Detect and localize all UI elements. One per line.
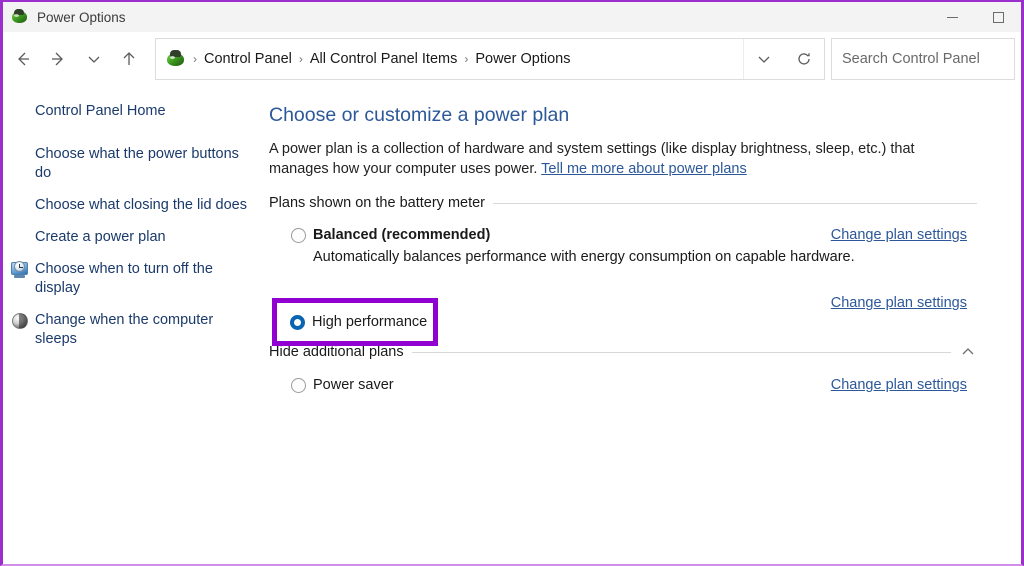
forward-arrow-icon (52, 52, 64, 66)
back-button[interactable] (5, 39, 41, 79)
section-label: Hide additional plans (269, 344, 404, 360)
section-label: Plans shown on the battery meter (269, 195, 486, 211)
power-plug-icon (11, 8, 29, 26)
plan-row-power-saver[interactable]: Power saver Change plan settings (269, 377, 977, 393)
page-title: Choose or customize a power plan (269, 104, 570, 126)
radio-high-performance[interactable] (290, 314, 305, 330)
breadcrumb-item-power-options[interactable]: Power Options (475, 51, 570, 67)
section-divider (411, 351, 951, 353)
refresh-icon (798, 53, 810, 65)
change-plan-settings-high-performance[interactable]: Change plan settings (831, 295, 977, 311)
title-bar: Power Options (3, 2, 1021, 32)
sidebar-item-label: Create a power plan (35, 229, 166, 245)
power-options-window: Power Options › Control Panel › All Cont… (0, 0, 1024, 566)
sidebar-item-create-power-plan[interactable]: Create a power plan (3, 228, 265, 247)
plan-name-balanced: Balanced (recommended) (313, 227, 491, 243)
search-input[interactable]: Search Control Panel (831, 38, 1015, 80)
minimize-button[interactable] (929, 2, 975, 32)
breadcrumb-separator: › (193, 52, 197, 66)
plan-name-high-performance: High performance (312, 314, 428, 330)
title-bar-left: Power Options (3, 8, 126, 26)
minimize-icon (946, 16, 958, 18)
plan-row-balanced[interactable]: Balanced (recommended) Change plan setti… (269, 227, 977, 243)
breadcrumb-separator: › (298, 52, 303, 66)
navigation-toolbar: › Control Panel › All Control Panel Item… (3, 32, 1021, 86)
breadcrumb-item-control-panel[interactable]: Control Panel (204, 51, 292, 67)
radio-power-saver[interactable] (291, 377, 306, 393)
sidebar-item-power-buttons[interactable]: Choose what the power buttons do (3, 145, 265, 183)
sidebar: Control Panel Home Choose what the power… (3, 86, 265, 564)
annotation-highlight-high-performance[interactable]: High performance (272, 298, 438, 346)
maximize-icon (992, 11, 1004, 23)
content-area: Control Panel Home Choose what the power… (3, 86, 1021, 564)
sidebar-item-label: Choose what the power buttons do (35, 146, 239, 181)
address-bar-actions (743, 39, 824, 79)
sidebar-item-closing-lid[interactable]: Choose what closing the lid does (3, 196, 265, 215)
section-battery-meter-header: Plans shown on the battery meter (269, 195, 977, 211)
breadcrumb-separator: › (464, 52, 469, 66)
chevron-up-icon[interactable] (959, 343, 977, 361)
breadcrumb-item-all-items[interactable]: All Control Panel Items (310, 51, 457, 67)
sleep-orb-icon (11, 312, 29, 330)
tell-me-more-link[interactable]: Tell me more about power plans (541, 161, 747, 177)
maximize-button[interactable] (975, 2, 1021, 32)
change-plan-settings-power-saver[interactable]: Change plan settings (831, 377, 977, 393)
sidebar-item-turn-off-display[interactable]: Choose when to turn off the display (3, 260, 265, 298)
section-divider (493, 202, 977, 204)
plan-name-power-saver: Power saver (313, 377, 394, 393)
address-dropdown-button[interactable] (744, 39, 784, 79)
sidebar-item-label: Control Panel Home (35, 103, 166, 119)
forward-button[interactable] (41, 39, 77, 79)
radio-balanced[interactable] (291, 227, 306, 243)
window-controls (929, 2, 1021, 32)
up-button[interactable] (112, 39, 148, 79)
plan-description-balanced: Automatically balances performance with … (313, 249, 855, 265)
sidebar-item-label: Choose what closing the lid does (35, 197, 247, 213)
plan-left: Power saver (291, 377, 394, 393)
recent-locations-button[interactable] (76, 39, 112, 79)
back-arrow-icon (17, 52, 29, 66)
sidebar-item-label: Change when the computer sleeps (35, 312, 214, 347)
plan-left: Balanced (recommended) (291, 227, 490, 243)
window-title: Power Options (37, 9, 126, 25)
breadcrumb: › Control Panel › All Control Panel Item… (156, 49, 743, 69)
page-description: A power plan is a collection of hardware… (269, 139, 969, 179)
sidebar-item-label: Choose when to turn off the display (35, 261, 213, 296)
power-plug-icon (166, 49, 186, 69)
address-bar[interactable]: › Control Panel › All Control Panel Item… (155, 38, 825, 80)
refresh-button[interactable] (784, 39, 824, 79)
change-plan-settings-balanced[interactable]: Change plan settings (831, 227, 977, 243)
up-arrow-icon (123, 52, 135, 65)
sidebar-item-control-panel-home[interactable]: Control Panel Home (3, 102, 265, 121)
chevron-down-icon (758, 56, 770, 63)
sidebar-item-computer-sleeps[interactable]: Change when the computer sleeps (3, 311, 265, 349)
chevron-down-icon (88, 56, 100, 63)
display-clock-icon (11, 261, 29, 279)
